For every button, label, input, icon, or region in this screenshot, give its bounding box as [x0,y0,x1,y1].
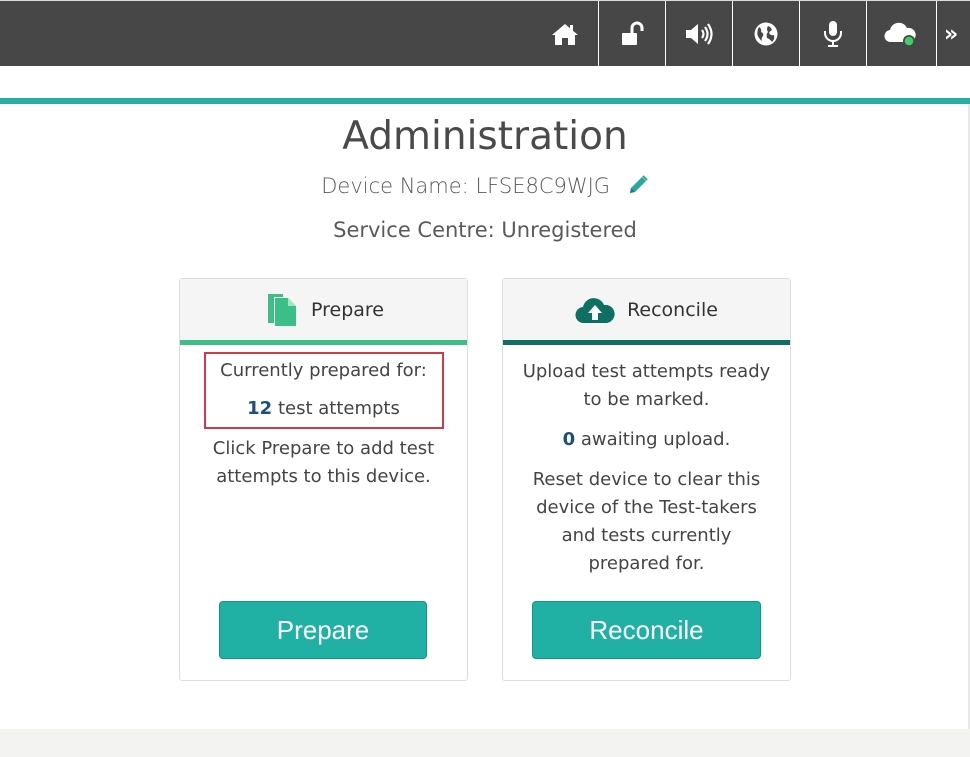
double-chevron-icon: » [944,21,959,47]
cloud-upload-icon [575,297,615,323]
reconcile-card-body: Upload test attempts ready to be marked.… [503,345,790,578]
reconcile-button[interactable]: Reconcile [532,601,761,659]
accent-divider [0,98,970,104]
attempts-count: 12 [247,398,273,419]
reconcile-card-header: Reconcile [503,279,790,340]
globe-icon [754,22,778,46]
prepare-card-body: Currently prepared for: 12 test attempts… [180,352,467,491]
attempts-row: 12 test attempts [206,395,442,423]
home-button[interactable] [531,1,598,67]
prepare-button[interactable]: Prepare [219,601,427,659]
device-name-label: Device Name: [321,174,469,198]
prepare-instructions: Click Prepare to add test attempts to th… [180,435,467,491]
more-menu-button[interactable]: » [936,1,970,67]
document-icon [268,293,296,326]
top-toolbar: » [0,0,970,67]
reconcile-card-title: Reconcile [627,298,718,321]
service-centre-row: Service Centre: Unregistered [0,218,970,242]
reset-line: device of the Test-takers [536,497,757,518]
prepare-card-header: Prepare [180,279,467,340]
reconcile-card: Reconcile Upload test attempts ready to … [502,278,791,681]
volume-icon [686,23,713,45]
edit-device-name-button[interactable] [627,174,649,201]
service-centre-label: Service Centre: [333,218,495,242]
prepared-summary-box: Currently prepared for: 12 test attempts [203,352,444,429]
lock-button[interactable] [598,1,665,67]
page-title: Administration [342,114,628,159]
microphone-icon [824,21,842,47]
home-icon [551,24,578,45]
service-centre-value: Unregistered [501,218,637,242]
upload-line: to be marked. [583,389,710,410]
language-button[interactable] [732,1,799,67]
prepare-instructions-line: Click Prepare to add test [212,438,435,459]
cloud-status-button[interactable] [866,1,933,67]
prepare-instructions-line: attempts to this device. [216,466,431,487]
prepare-card: Prepare Currently prepared for: 12 test … [179,278,468,681]
pencil-icon [629,175,648,193]
reset-line: prepared for. [588,553,705,574]
attempts-label: test attempts [277,398,400,419]
main-content [0,66,970,729]
device-name-row: Device Name: LFSE8C9WJG [0,174,970,201]
upload-line: Upload test attempts ready [522,361,771,382]
unlock-icon [622,21,644,45]
reset-line: Reset device to clear this [532,469,761,490]
prepare-card-accent [180,340,467,345]
microphone-button[interactable] [799,1,866,67]
cloud-status-icon [884,22,916,47]
prepare-card-title: Prepare [311,298,384,321]
volume-button[interactable] [665,1,732,67]
device-name-value: LFSE8C9WJG [475,174,611,198]
awaiting-label: awaiting upload. [580,429,731,450]
awaiting-row: 0 awaiting upload. [503,426,790,454]
page-footer [0,729,970,757]
reset-line: and tests currently [561,525,732,546]
awaiting-count: 0 [562,429,576,450]
prepared-for-label: Currently prepared for: [220,360,427,381]
